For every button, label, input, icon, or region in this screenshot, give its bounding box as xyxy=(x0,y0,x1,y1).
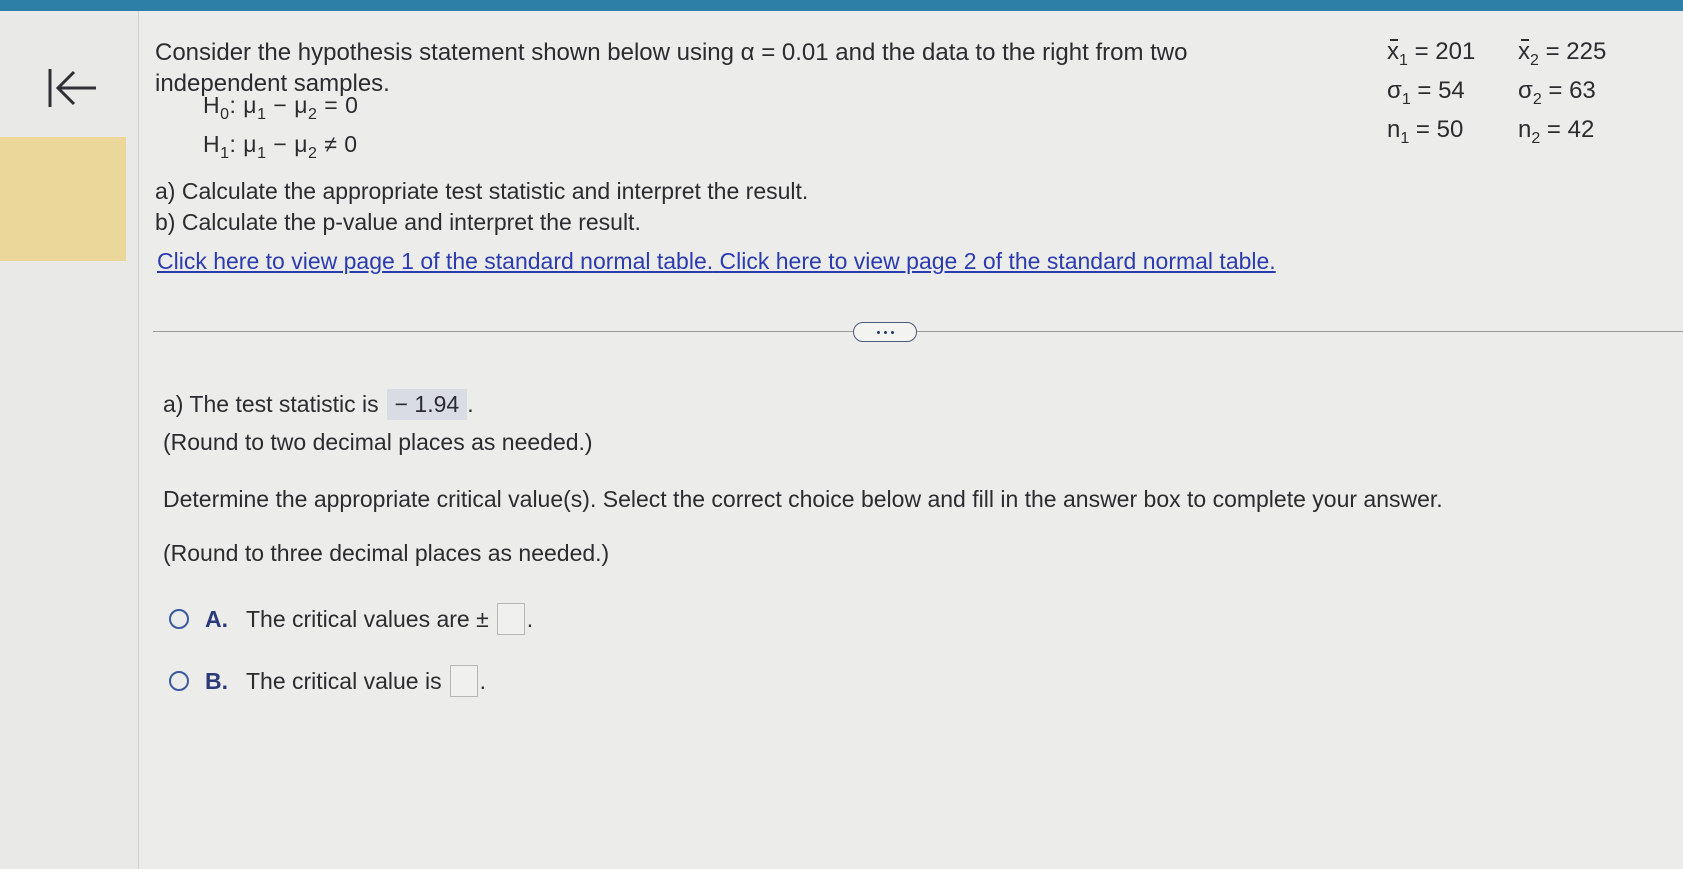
sample-1-sigma: σ1 = 54 xyxy=(1387,77,1465,108)
sample-1-size: n1 = 50 xyxy=(1387,116,1464,147)
sample-2-size: n2 = 42 xyxy=(1518,116,1595,147)
choice-b[interactable]: B. The critical value is . xyxy=(169,665,486,697)
alternative-hypothesis: H1: μ1 − μ2 ≠ 0 xyxy=(203,131,358,162)
top-accent-bar xyxy=(0,0,1683,11)
current-question-highlight xyxy=(0,137,126,261)
rounding-note-two: (Round to two decimal places as needed.) xyxy=(163,429,593,455)
critical-value-input[interactable] xyxy=(449,665,478,697)
question-line-1: Consider the hypothesis statement shown … xyxy=(155,39,1188,66)
critical-value-instruction: Determine the appropriate critical value… xyxy=(163,486,1443,512)
sample-2-sigma: σ2 = 63 xyxy=(1518,77,1596,108)
normal-table-links: Click here to view page 1 of the standar… xyxy=(157,248,1276,275)
back-to-start-button[interactable] xyxy=(44,63,104,113)
sample-1-mean: x1 = 201 xyxy=(1387,38,1476,69)
ellipsis-dot-icon xyxy=(883,330,887,334)
rounding-note-three: (Round to three decimal places as needed… xyxy=(163,540,610,566)
ellipsis-dot-icon xyxy=(890,330,894,334)
choice-a-radio[interactable] xyxy=(169,609,189,629)
null-hypothesis: H0: μ1 − μ2 = 0 xyxy=(203,92,359,123)
normal-table-page-2-link[interactable]: Click here to view page 2 of the standar… xyxy=(720,248,1276,274)
arrow-bar-left-icon xyxy=(48,69,96,107)
section-divider xyxy=(153,331,1683,332)
test-statistic-answer: a) The test statistic is − 1.94. xyxy=(163,389,474,420)
question-panel: Consider the hypothesis statement shown … xyxy=(139,11,1683,869)
sample-2-mean: x2 = 225 xyxy=(1518,38,1607,69)
ellipsis-dot-icon xyxy=(876,330,880,334)
expand-more-button[interactable] xyxy=(853,322,917,342)
choice-a[interactable]: A. The critical values are ± . xyxy=(169,603,533,635)
critical-values-input[interactable] xyxy=(496,603,525,635)
part-b-prompt: b) Calculate the p-value and interpret t… xyxy=(155,209,641,235)
choice-b-radio[interactable] xyxy=(169,671,189,691)
part-a-prompt: a) Calculate the appropriate test statis… xyxy=(155,178,809,204)
test-statistic-value[interactable]: − 1.94 xyxy=(386,389,468,420)
normal-table-page-1-link[interactable]: Click here to view page 1 of the standar… xyxy=(157,248,713,274)
question-statement: Consider the hypothesis statement shown … xyxy=(155,37,1255,99)
